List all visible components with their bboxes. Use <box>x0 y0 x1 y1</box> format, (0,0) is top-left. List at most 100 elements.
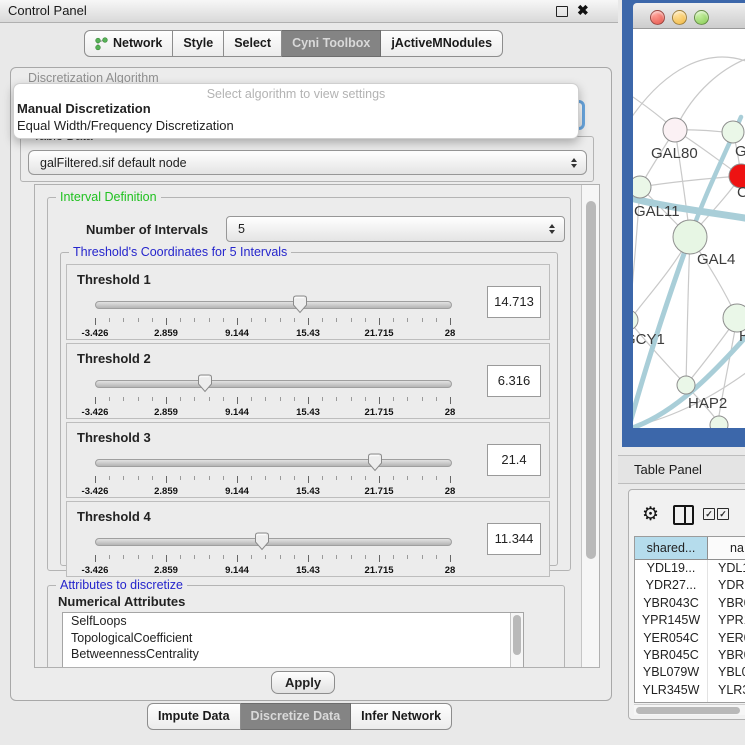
slider-tick-label: 15.43 <box>296 486 320 497</box>
slider-tick <box>407 318 408 322</box>
settings-scrollbar[interactable] <box>581 185 599 667</box>
tab-jactivemnodules[interactable]: jActiveMNodules <box>381 30 503 57</box>
spinner-arrows-icon[interactable] <box>549 224 555 234</box>
table-hscrollbar-thumb[interactable] <box>636 707 740 714</box>
network-edge[interactable] <box>686 237 690 385</box>
network-canvas[interactable]: GAL80GCGAL11GAL4GCY1HHAP2 <box>633 29 745 428</box>
slider-thumb-icon <box>292 295 308 314</box>
table-hscrollbar[interactable] <box>634 704 745 715</box>
slider-tick <box>308 397 309 404</box>
network-window-titlebar[interactable] <box>633 3 745 29</box>
table-row[interactable]: YPR145WYPR1 <box>635 612 745 629</box>
checkbox-checked-icon[interactable]: ✓ <box>717 508 729 520</box>
mac-close-icon[interactable] <box>650 10 665 25</box>
network-node[interactable] <box>677 376 695 394</box>
cell-name: YLR3 <box>708 682 745 699</box>
algorithm-option-equal-width-frequency-discretization[interactable]: Equal Width/Frequency Discretization <box>17 118 234 133</box>
attribute-item-topologicalcoefficient[interactable]: TopologicalCoefficient <box>63 630 523 647</box>
slider-track[interactable] <box>95 538 452 546</box>
slider-track[interactable] <box>95 380 452 388</box>
column-header-shared-name[interactable]: shared... <box>635 537 708 559</box>
table-row[interactable]: YDL19...YDL1 <box>635 560 745 577</box>
tab-label: Impute Data <box>158 704 230 729</box>
slider-tick <box>138 397 139 401</box>
threshold-slider-3[interactable]: -3.4262.8599.14415.4321.71528 <box>95 453 450 495</box>
algorithm-option-manual-discretization[interactable]: Manual Discretization <box>17 101 151 116</box>
network-edge[interactable] <box>675 57 745 130</box>
attribute-item-betweennesscentrality[interactable]: BetweennessCentrality <box>63 646 523 663</box>
table-row[interactable]: YDR27...YDR2 <box>635 577 745 594</box>
network-node[interactable] <box>663 118 687 142</box>
network-node[interactable] <box>633 310 638 330</box>
slider-tick <box>166 555 167 562</box>
threshold-value-field[interactable]: 6.316 <box>487 365 541 397</box>
table-row[interactable]: YIL052CYIL0 <box>635 699 745 703</box>
checkbox-checked-icon[interactable]: ✓ <box>703 508 715 520</box>
threshold-label: Threshold 2 <box>77 351 151 366</box>
settings-scrollbar-thumb[interactable] <box>586 201 596 559</box>
attributes-list-scrollbar[interactable] <box>510 613 523 668</box>
tab-impute-data[interactable]: Impute Data <box>147 703 241 730</box>
slider-tick-label: -3.426 <box>82 565 109 576</box>
network-node[interactable] <box>633 176 651 198</box>
slider-tick <box>308 318 309 325</box>
network-node[interactable] <box>673 220 707 254</box>
slider-track[interactable] <box>95 301 452 309</box>
slider-thumb[interactable] <box>367 453 383 472</box>
network-node-label: GAL4 <box>697 251 735 268</box>
threshold-label: Threshold 3 <box>77 430 151 445</box>
slider-tick-label: -3.426 <box>82 328 109 339</box>
thresholds-group: Threshold's Coordinates for 5 Intervals … <box>60 252 558 566</box>
slider-thumb[interactable] <box>292 295 308 314</box>
table-row[interactable]: YLR345WYLR3 <box>635 682 745 699</box>
slider-thumb[interactable] <box>197 374 213 393</box>
mac-minimize-icon[interactable] <box>672 10 687 25</box>
network-node[interactable] <box>722 121 744 143</box>
attributes-list-scrollbar-thumb[interactable] <box>513 615 521 655</box>
numerical-attributes-list[interactable]: SelfLoopsTopologicalCoefficientBetweenne… <box>62 612 524 668</box>
threshold-value-field[interactable]: 11.344 <box>487 523 541 555</box>
network-edge[interactable] <box>633 57 745 124</box>
attribute-item-selfloops[interactable]: SelfLoops <box>63 613 523 630</box>
column-header-name[interactable]: na <box>708 537 745 559</box>
slider-track[interactable] <box>95 459 452 467</box>
close-icon[interactable]: ✖ <box>577 2 589 19</box>
tab-network[interactable]: Network <box>84 30 173 57</box>
tab-infer-network[interactable]: Infer Network <box>351 703 452 730</box>
threshold-value-field[interactable]: 14.713 <box>487 286 541 318</box>
slider-tick <box>450 318 451 325</box>
network-node[interactable] <box>710 416 728 428</box>
split-columns-icon[interactable] <box>673 505 694 525</box>
tab-cyni-toolbox[interactable]: Cyni Toolbox <box>282 30 381 57</box>
slider-tick <box>223 476 224 480</box>
apply-button[interactable]: Apply <box>271 671 335 694</box>
slider-tick <box>265 476 266 480</box>
threshold-slider-2[interactable]: -3.4262.8599.14415.4321.71528 <box>95 374 450 416</box>
threshold-value-field[interactable]: 21.4 <box>487 444 541 476</box>
tab-select[interactable]: Select <box>224 30 282 57</box>
threshold-slider-4[interactable]: -3.4262.8599.14415.4321.71528 <box>95 532 450 574</box>
gear-icon[interactable]: ⚙ <box>642 505 659 524</box>
slider-thumb[interactable] <box>254 532 270 551</box>
tab-style[interactable]: Style <box>173 30 224 57</box>
network-edge[interactable] <box>640 176 741 187</box>
cell-shared-name: YDR27... <box>635 577 708 594</box>
table-row[interactable]: YBR045CYBR0 <box>635 647 745 664</box>
tab-label: jActiveMNodules <box>391 31 492 56</box>
table-row[interactable]: YER054CYER0 <box>635 630 745 647</box>
table-row[interactable]: YBL079WYBL0 <box>635 664 745 681</box>
tab-discretize-data[interactable]: Discretize Data <box>241 703 352 730</box>
mac-zoom-icon[interactable] <box>694 10 709 25</box>
table-data-combo[interactable]: galFiltered.sif default node <box>28 150 587 175</box>
number-of-intervals-spinner[interactable]: 5 <box>226 216 565 242</box>
slider-tick <box>280 397 281 401</box>
table-row[interactable]: YBR043CYBR0 <box>635 595 745 612</box>
threshold-slider-1[interactable]: -3.4262.8599.14415.4321.71528 <box>95 295 450 337</box>
slider-tick <box>251 397 252 401</box>
network-node-label: HAP2 <box>688 395 727 412</box>
combo-arrows-icon[interactable] <box>571 158 577 168</box>
float-window-icon[interactable] <box>556 6 568 17</box>
tab-label: Network <box>113 31 162 56</box>
slider-tick-label: 2.859 <box>154 328 178 339</box>
slider-tick <box>95 318 96 325</box>
